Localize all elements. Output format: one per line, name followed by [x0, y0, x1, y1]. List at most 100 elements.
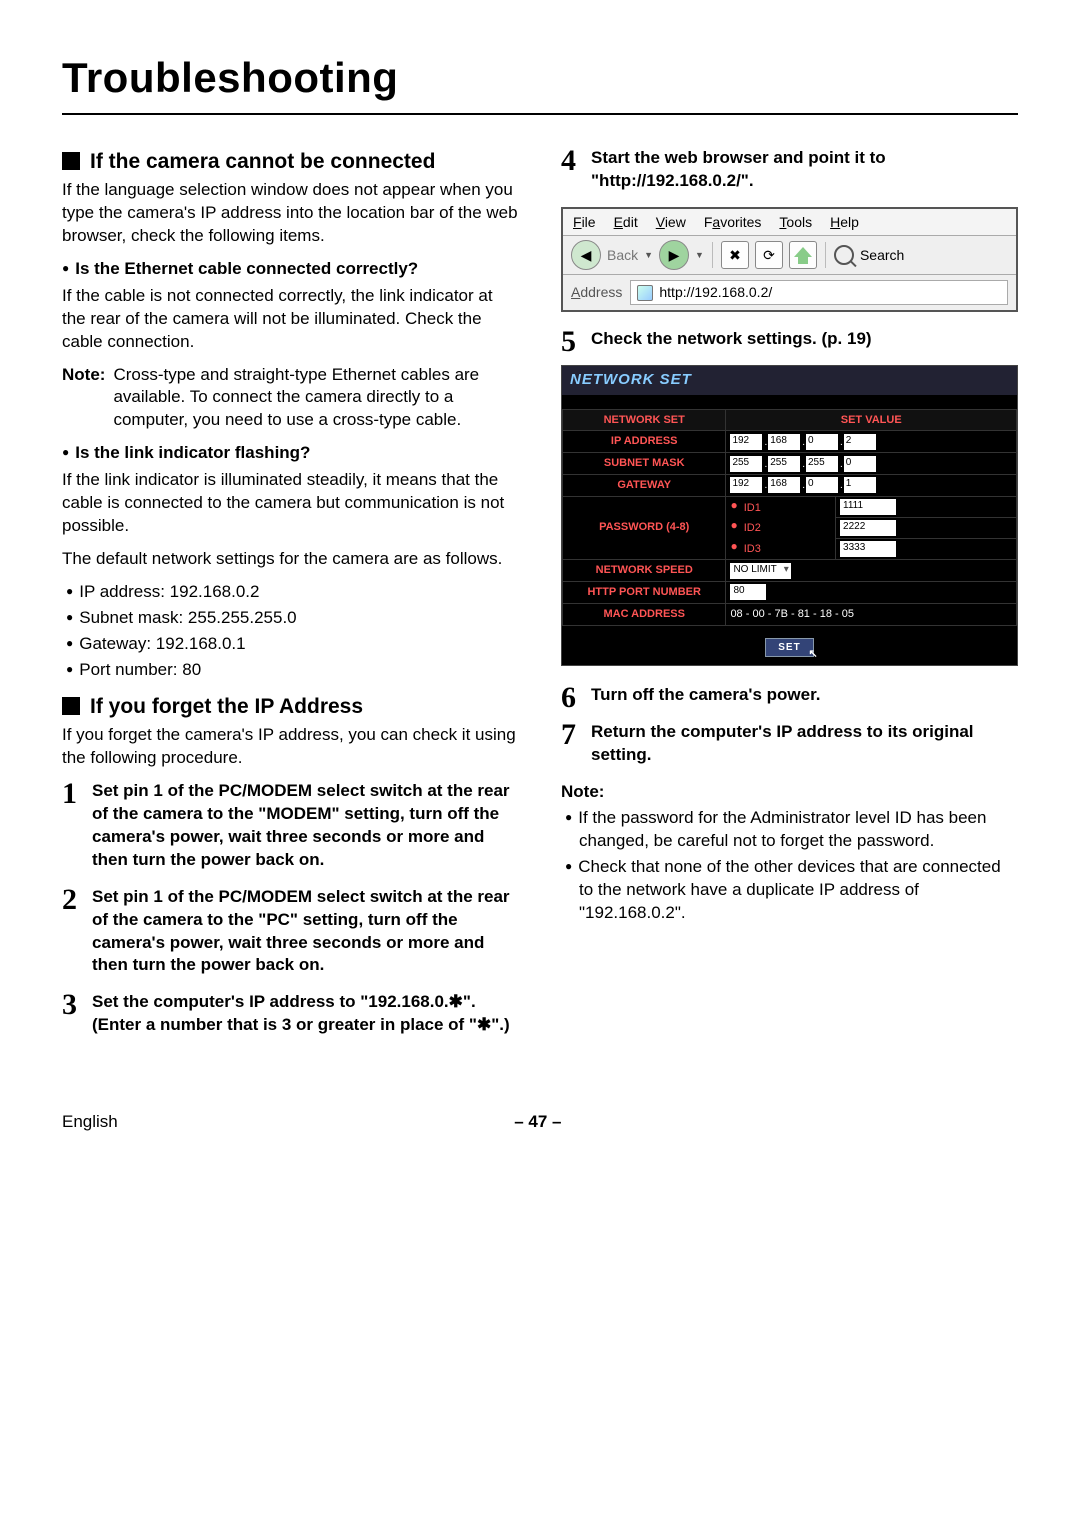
content-columns: If the camera cannot be connected If the… — [62, 137, 1018, 1052]
procedure-steps-right-3: 6Turn off the camera's power. 7Return th… — [561, 684, 1018, 767]
label-password: PASSWORD (4-8) — [563, 496, 726, 559]
id1-input[interactable]: 1111 — [840, 499, 896, 515]
label-ip: IP ADDRESS — [563, 431, 726, 453]
address-bar-row: Address http://192.168.0.2/ — [563, 275, 1016, 310]
toolbar-separator — [712, 242, 713, 268]
menu-view[interactable]: View — [656, 213, 686, 232]
row-subnet: SUBNET MASK 255.255.255.0 — [563, 453, 1017, 475]
procedure-steps-right-2: 5Check the network settings. (p. 19) — [561, 328, 1018, 351]
footer-language: English — [62, 1111, 118, 1134]
page-footer: English – 47 – — [62, 1111, 1018, 1134]
back-button-icon[interactable]: ◀ — [571, 240, 601, 270]
menu-help[interactable]: Help — [830, 213, 859, 232]
id3-input[interactable]: 3333 — [840, 541, 896, 557]
subhead-ethernet: Is the Ethernet cable connected correctl… — [62, 258, 519, 281]
toolbar-separator — [825, 242, 826, 268]
search-label: Search — [860, 246, 904, 265]
defaults-list: IP address: 192.168.0.2 Subnet mask: 255… — [62, 581, 519, 682]
link-paragraph-1: If the link indicator is illuminated ste… — [62, 469, 519, 538]
sm-oct3[interactable]: 255 — [806, 456, 838, 472]
browser-menubar: File Edit View Favorites Tools Help — [563, 209, 1016, 237]
row-mac: MAC ADDRESS 08 - 00 - 7B - 81 - 18 - 05 — [563, 603, 1017, 625]
ip-oct3[interactable]: 0 — [806, 434, 838, 450]
footer-page-number: – 47 – — [514, 1111, 561, 1134]
network-set-gap — [562, 395, 1017, 409]
gw-oct2[interactable]: 168 — [768, 477, 800, 493]
label-gateway: GATEWAY — [563, 475, 726, 497]
menu-favorites[interactable]: Favorites — [704, 213, 762, 232]
network-set-table: NETWORK SET SET VALUE IP ADDRESS 192.168… — [562, 409, 1017, 626]
sm-oct4[interactable]: 0 — [844, 456, 876, 472]
stop-button-icon[interactable]: ✖ — [721, 241, 749, 269]
sm-oct2[interactable]: 255 — [768, 456, 800, 472]
step-4: 4Start the web browser and point it to "… — [561, 147, 1018, 193]
port-input[interactable]: 80 — [730, 584, 766, 600]
set-button-row: SET↖ — [562, 626, 1017, 666]
row-port: HTTP PORT NUMBER 80 — [563, 581, 1017, 603]
ip-oct4[interactable]: 2 — [844, 434, 876, 450]
section-heading-forget-ip: If you forget the IP Address — [62, 694, 519, 720]
section-title: If the camera cannot be connected — [90, 149, 519, 175]
back-dropdown-icon[interactable]: ▼ — [644, 249, 653, 261]
ethernet-paragraph: If the cable is not connected correctly,… — [62, 285, 519, 354]
menu-edit[interactable]: Edit — [614, 213, 638, 232]
menu-tools[interactable]: Tools — [779, 213, 812, 232]
id2-input[interactable]: 2222 — [840, 520, 896, 536]
sm-oct1[interactable]: 255 — [730, 456, 762, 472]
browser-toolbar: ◀ Back ▼ ▶ ▼ ✖ ⟳ Search — [563, 236, 1016, 275]
note-body: Cross-type and straight-type Ethernet ca… — [113, 364, 519, 433]
step-text: Set pin 1 of the PC/MODEM select switch … — [92, 887, 510, 975]
row-pw1: PASSWORD (4-8) ID1 1111 — [563, 496, 1017, 517]
default-port: Port number: 80 — [62, 659, 519, 682]
procedure-steps-left: 1Set pin 1 of the PC/MODEM select switch… — [62, 780, 519, 1037]
section-heading-cannot-connect: If the camera cannot be connected — [62, 149, 519, 175]
intro-paragraph: If the language selection window does no… — [62, 179, 519, 248]
set-button[interactable]: SET↖ — [765, 638, 813, 658]
note-duplicate-ip: Check that none of the other devices tha… — [561, 856, 1018, 925]
section-title: If you forget the IP Address — [90, 694, 519, 720]
step-text: Turn off the camera's power. — [591, 685, 821, 704]
row-ip: IP ADDRESS 192.168.0.2 — [563, 431, 1017, 453]
label-id1: ID1 — [726, 496, 836, 517]
address-input[interactable]: http://192.168.0.2/ — [630, 280, 1008, 305]
left-column: If the camera cannot be connected If the… — [62, 137, 519, 1052]
step-5: 5Check the network settings. (p. 19) — [561, 328, 1018, 351]
home-button-icon[interactable] — [789, 241, 817, 269]
step-text: Return the computer's IP address to its … — [591, 722, 974, 764]
forward-button-icon[interactable]: ▶ — [659, 240, 689, 270]
cursor-icon: ↖ — [809, 647, 819, 662]
refresh-button-icon[interactable]: ⟳ — [755, 241, 783, 269]
step-text: Set pin 1 of the PC/MODEM select switch … — [92, 781, 510, 869]
gw-oct4[interactable]: 1 — [844, 477, 876, 493]
link-paragraph-2: The default network settings for the cam… — [62, 548, 519, 571]
square-bullet-icon — [62, 152, 80, 170]
default-ip: IP address: 192.168.0.2 — [62, 581, 519, 604]
note-cross-cable: Note: Cross-type and straight-type Ether… — [62, 364, 519, 433]
mac-value: 08 - 00 - 7B - 81 - 18 - 05 — [726, 603, 1017, 625]
label-id2: ID2 — [726, 517, 836, 538]
note-label: Note: — [561, 781, 1018, 804]
page-icon — [637, 285, 653, 301]
network-set-title: NETWORK SET — [562, 366, 1017, 394]
ip-oct1[interactable]: 192 — [730, 434, 762, 450]
forget-ip-intro: If you forget the camera's IP address, y… — [62, 724, 519, 770]
label-subnet: SUBNET MASK — [563, 453, 726, 475]
gw-oct3[interactable]: 0 — [806, 477, 838, 493]
back-label: Back — [607, 246, 638, 265]
title-rule — [62, 113, 1018, 115]
ip-oct2[interactable]: 168 — [768, 434, 800, 450]
step-text: Set the computer's IP address to "192.16… — [92, 992, 510, 1034]
col-header-setvalue: SET VALUE — [726, 409, 1017, 431]
address-value: http://192.168.0.2/ — [659, 283, 772, 302]
subhead-link-indicator: Is the link indicator flashing? — [62, 442, 519, 465]
default-subnet: Subnet mask: 255.255.255.0 — [62, 607, 519, 630]
gw-oct1[interactable]: 192 — [730, 477, 762, 493]
search-icon[interactable] — [834, 245, 854, 265]
speed-select[interactable]: NO LIMIT — [730, 563, 790, 579]
menu-file[interactable]: File — [573, 213, 596, 232]
row-gateway: GATEWAY 192.168.0.1 — [563, 475, 1017, 497]
row-speed: NETWORK SPEED NO LIMIT — [563, 559, 1017, 581]
page-title: Troubleshooting — [62, 50, 1018, 107]
forward-dropdown-icon[interactable]: ▼ — [695, 249, 704, 261]
step-text: Start the web browser and point it to "h… — [591, 148, 886, 190]
